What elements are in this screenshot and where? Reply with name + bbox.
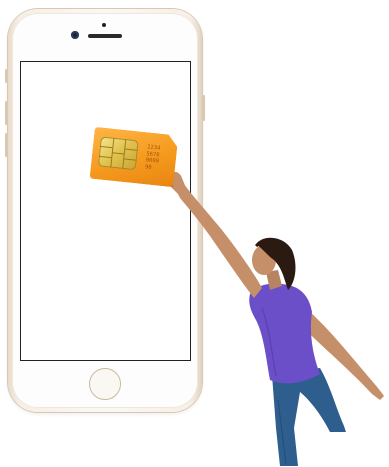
woman-shirt: [249, 283, 320, 384]
earpiece-speaker: [88, 34, 122, 38]
woman-figure: [167, 171, 384, 466]
scene: 1234 5678 0000 90: [0, 0, 389, 467]
proximity-sensor: [102, 23, 106, 27]
woman-reaching-arm: [176, 184, 262, 298]
sim-card: 1234 5678 0000 90: [90, 127, 179, 187]
power-button: [202, 95, 205, 121]
sim-chip-icon: [98, 136, 139, 170]
sim-card-number: 1234 5678 0000 90: [144, 144, 161, 171]
front-camera-icon: [71, 31, 79, 39]
volume-up-button: [5, 69, 8, 83]
volume-button-lower: [5, 133, 8, 157]
home-button: [89, 368, 121, 400]
volume-down-button: [5, 101, 8, 125]
